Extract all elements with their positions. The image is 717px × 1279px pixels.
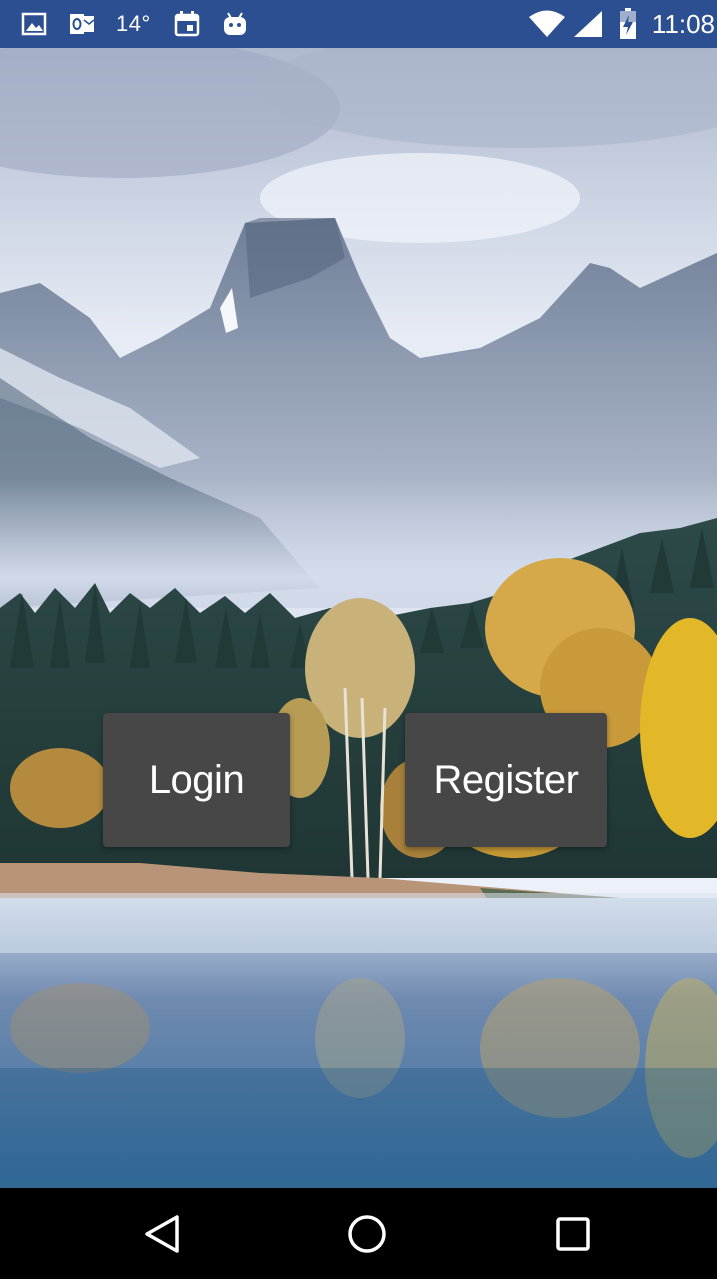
signal-icon xyxy=(572,10,604,38)
outlook-icon xyxy=(68,10,96,38)
wifi-icon xyxy=(528,10,566,38)
recents-icon[interactable] xyxy=(549,1210,597,1258)
background-image xyxy=(0,48,717,1188)
navigation-bar xyxy=(0,1188,717,1279)
clock-time: 11:08 xyxy=(651,8,715,39)
android-icon xyxy=(221,10,249,38)
status-bar: 14° 11:08 xyxy=(0,0,717,48)
gallery-icon xyxy=(20,10,48,38)
login-button[interactable]: Login xyxy=(103,713,290,847)
register-button[interactable]: Register xyxy=(405,713,607,847)
home-icon[interactable] xyxy=(343,1210,391,1258)
battery-charging-icon xyxy=(618,8,638,39)
calendar-icon xyxy=(173,10,201,38)
temperature-text: 14° xyxy=(116,11,151,36)
back-icon[interactable] xyxy=(138,1210,186,1258)
